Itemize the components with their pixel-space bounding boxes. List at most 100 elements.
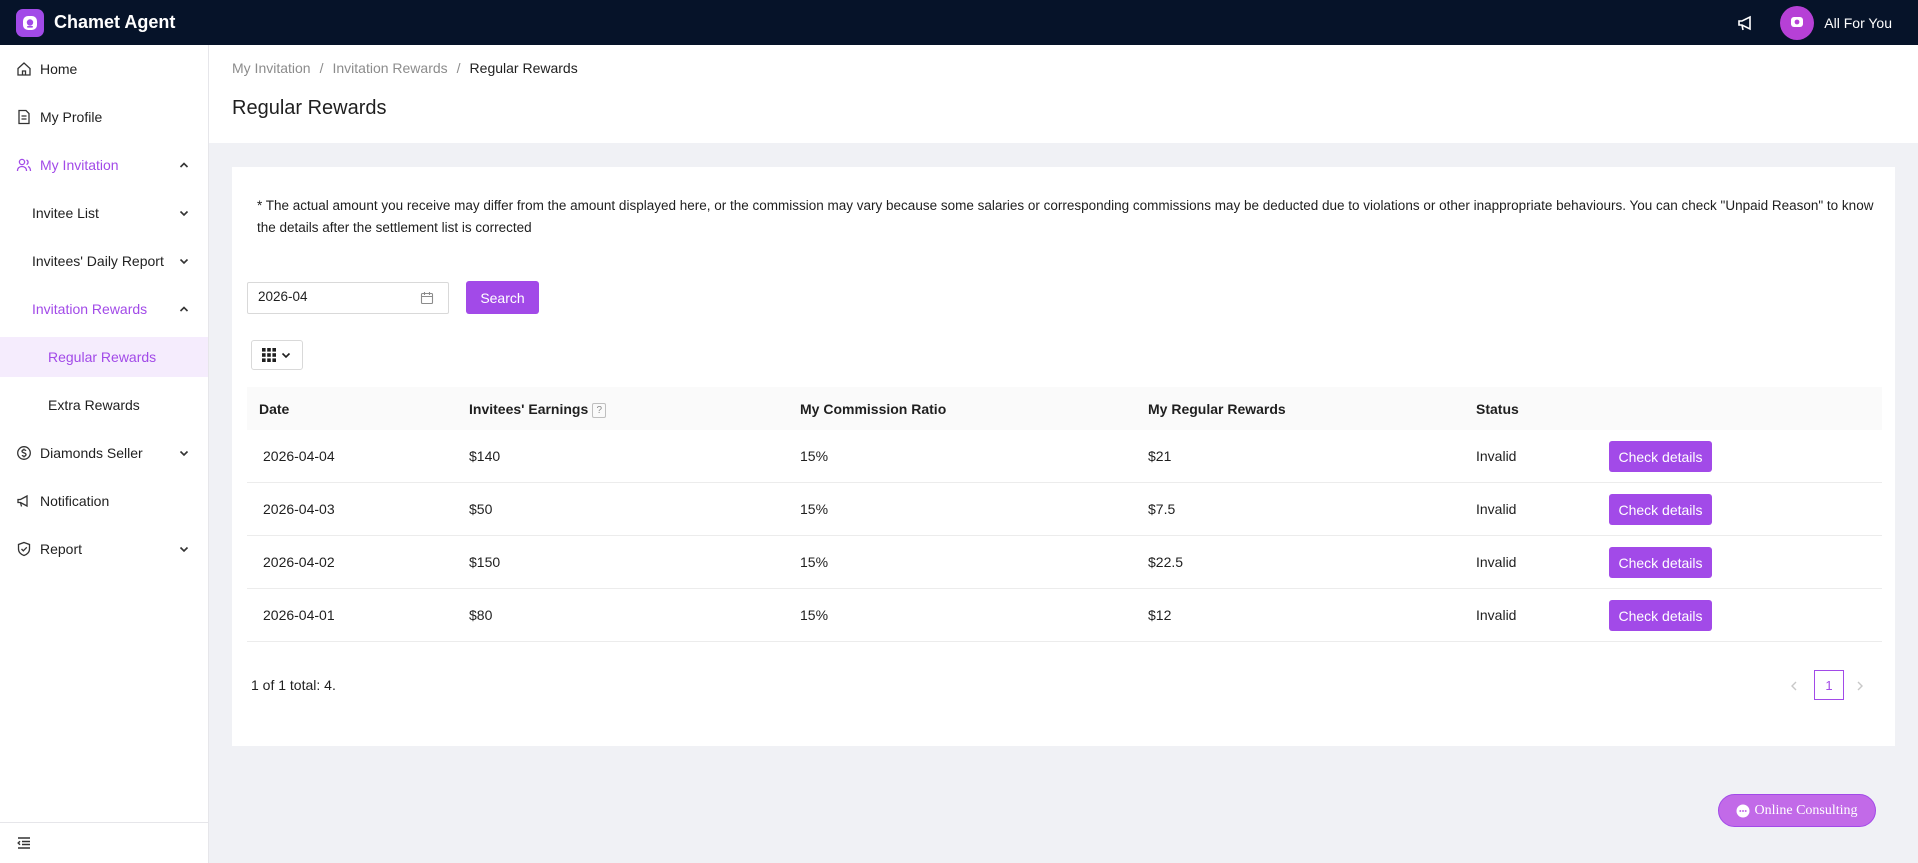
calendar-icon[interactable] <box>420 291 434 305</box>
sidebar-item-extra-rewards[interactable]: Extra Rewards <box>0 385 208 425</box>
cell-status: Invalid <box>1476 448 1517 464</box>
cell-rewards: $21 <box>1148 448 1172 464</box>
cell-earnings: $150 <box>469 554 501 570</box>
cell-status: Invalid <box>1476 554 1517 570</box>
sidebar-item-label: Invitee List <box>32 205 99 221</box>
sidebar-item-report[interactable]: Report <box>0 529 208 569</box>
chevron-down-icon <box>179 546 189 553</box>
check-details-button[interactable]: Check details <box>1609 547 1712 578</box>
content-card: * The actual amount you receive may diff… <box>232 167 1895 746</box>
column-header-date: Date <box>259 401 290 417</box>
home-icon <box>17 62 31 76</box>
sidebar: Home My Profile My Invitation Invitee Li… <box>0 45 209 863</box>
breadcrumb-item[interactable]: My Invitation <box>232 60 311 76</box>
sidebar-item-label: Notification <box>40 493 110 509</box>
chevron-left-icon[interactable] <box>1787 679 1801 693</box>
check-details-button[interactable]: Check details <box>1609 600 1712 631</box>
cell-ratio: 15% <box>800 448 829 464</box>
column-header-commission-ratio: My Commission Ratio <box>800 401 947 417</box>
table-row: 2026-04-03 $50 15% $7.5 Invalid Check de… <box>247 483 1882 536</box>
chat-bubble-icon <box>1736 804 1750 817</box>
chevron-right-icon[interactable] <box>1853 679 1867 693</box>
breadcrumb-separator: / <box>456 60 461 76</box>
sidebar-item-label: Diamonds Seller <box>40 445 143 461</box>
column-header-earnings: Invitees' Earnings? <box>469 401 607 418</box>
cell-status: Invalid <box>1476 501 1517 517</box>
app-title: Chamet Agent <box>54 12 176 32</box>
column-header-regular-rewards: My Regular Rewards <box>1148 401 1286 417</box>
sidebar-item-label: My Profile <box>40 109 103 125</box>
sidebar-footer <box>0 822 208 863</box>
shield-check-icon <box>17 541 31 557</box>
sidebar-item-invitees-daily-report[interactable]: Invitees' Daily Report <box>0 241 208 281</box>
chevron-down-icon <box>179 258 189 265</box>
cell-rewards: $7.5 <box>1148 501 1176 517</box>
sidebar-item-diamonds-seller[interactable]: Diamonds Seller <box>0 433 208 473</box>
sidebar-item-label: Invitation Rewards <box>32 301 148 317</box>
page-title: Regular Rewards <box>232 97 387 119</box>
cell-ratio: 15% <box>800 501 829 517</box>
help-icon[interactable]: ? <box>592 402 607 418</box>
pagination-page[interactable]: 1 <box>1814 670 1844 700</box>
sidebar-item-notification[interactable]: Notification <box>0 481 208 521</box>
table-header: Date Invitees' Earnings? My Commission R… <box>247 387 1882 430</box>
sidebar-item-my-invitation[interactable]: My Invitation <box>0 145 208 185</box>
cell-ratio: 15% <box>800 607 829 623</box>
users-icon <box>16 158 32 172</box>
sidebar-item-label: Invitees' Daily Report <box>32 253 164 269</box>
month-picker[interactable] <box>247 282 449 314</box>
sidebar-item-invitee-list[interactable]: Invitee List <box>0 193 208 233</box>
sidebar-item-home[interactable]: Home <box>0 49 208 89</box>
profile-doc-icon <box>18 109 30 125</box>
cell-date: 2026-04-04 <box>263 448 335 464</box>
cell-date: 2026-04-03 <box>263 501 335 517</box>
table-row: 2026-04-04 $140 15% $21 Invalid Check de… <box>247 430 1882 483</box>
cell-date: 2026-04-02 <box>263 554 335 570</box>
column-header-label: Invitees' Earnings <box>469 401 589 417</box>
column-header-status: Status <box>1476 401 1519 417</box>
pagination-summary: 1 of 1 total: 4. <box>251 677 336 693</box>
table-row: 2026-04-01 $80 15% $12 Invalid Check det… <box>247 589 1882 642</box>
menu-collapse-icon[interactable] <box>16 835 32 851</box>
cell-earnings: $140 <box>469 448 501 464</box>
chevron-down-icon <box>281 352 291 359</box>
column-settings-button[interactable] <box>251 340 303 370</box>
username[interactable]: All For You <box>1824 15 1892 31</box>
chevron-down-icon <box>179 210 189 217</box>
top-bar: Chamet Agent All For You <box>0 0 1918 45</box>
cell-rewards: $22.5 <box>1148 554 1184 570</box>
sidebar-item-label: My Invitation <box>40 157 119 173</box>
cell-rewards: $12 <box>1148 607 1172 623</box>
notice-text: * The actual amount you receive may diff… <box>257 198 1874 235</box>
breadcrumb-separator: / <box>319 60 324 76</box>
sidebar-item-label: Home <box>40 61 78 77</box>
check-details-button[interactable]: Check details <box>1609 494 1712 525</box>
table-row: 2026-04-02 $150 15% $22.5 Invalid Check … <box>247 536 1882 589</box>
cell-date: 2026-04-01 <box>263 607 335 623</box>
sidebar-item-invitation-rewards[interactable]: Invitation Rewards <box>0 289 208 329</box>
chevron-up-icon <box>179 306 189 312</box>
chevron-down-icon <box>179 450 189 457</box>
grid-icon <box>262 348 276 362</box>
rewards-table: Date Invitees' Earnings? My Commission R… <box>247 387 1882 642</box>
avatar[interactable] <box>1780 5 1815 40</box>
breadcrumb-item[interactable]: Invitation Rewards <box>332 60 447 76</box>
sidebar-item-regular-rewards[interactable]: Regular Rewards <box>0 337 208 377</box>
breadcrumb: My Invitation / Invitation Rewards / Reg… <box>232 60 578 76</box>
search-button[interactable]: Search <box>466 281 539 314</box>
app-logo-icon[interactable] <box>16 8 44 37</box>
cell-status: Invalid <box>1476 607 1517 623</box>
sidebar-item-my-profile[interactable]: My Profile <box>0 97 208 137</box>
megaphone-icon[interactable] <box>1736 12 1758 34</box>
chevron-up-icon <box>179 162 189 168</box>
cell-earnings: $80 <box>469 607 493 623</box>
page-header: My Invitation / Invitation Rewards / Reg… <box>209 45 1918 143</box>
breadcrumb-current: Regular Rewards <box>469 60 578 76</box>
month-input[interactable] <box>258 289 408 304</box>
dollar-circle-icon <box>17 446 31 460</box>
check-details-button[interactable]: Check details <box>1609 441 1712 472</box>
online-consulting-label: Online Consulting <box>1754 802 1858 818</box>
cell-earnings: $50 <box>469 501 493 517</box>
online-consulting-button[interactable]: Online Consulting <box>1718 794 1876 827</box>
sidebar-item-label: Extra Rewards <box>48 397 140 413</box>
